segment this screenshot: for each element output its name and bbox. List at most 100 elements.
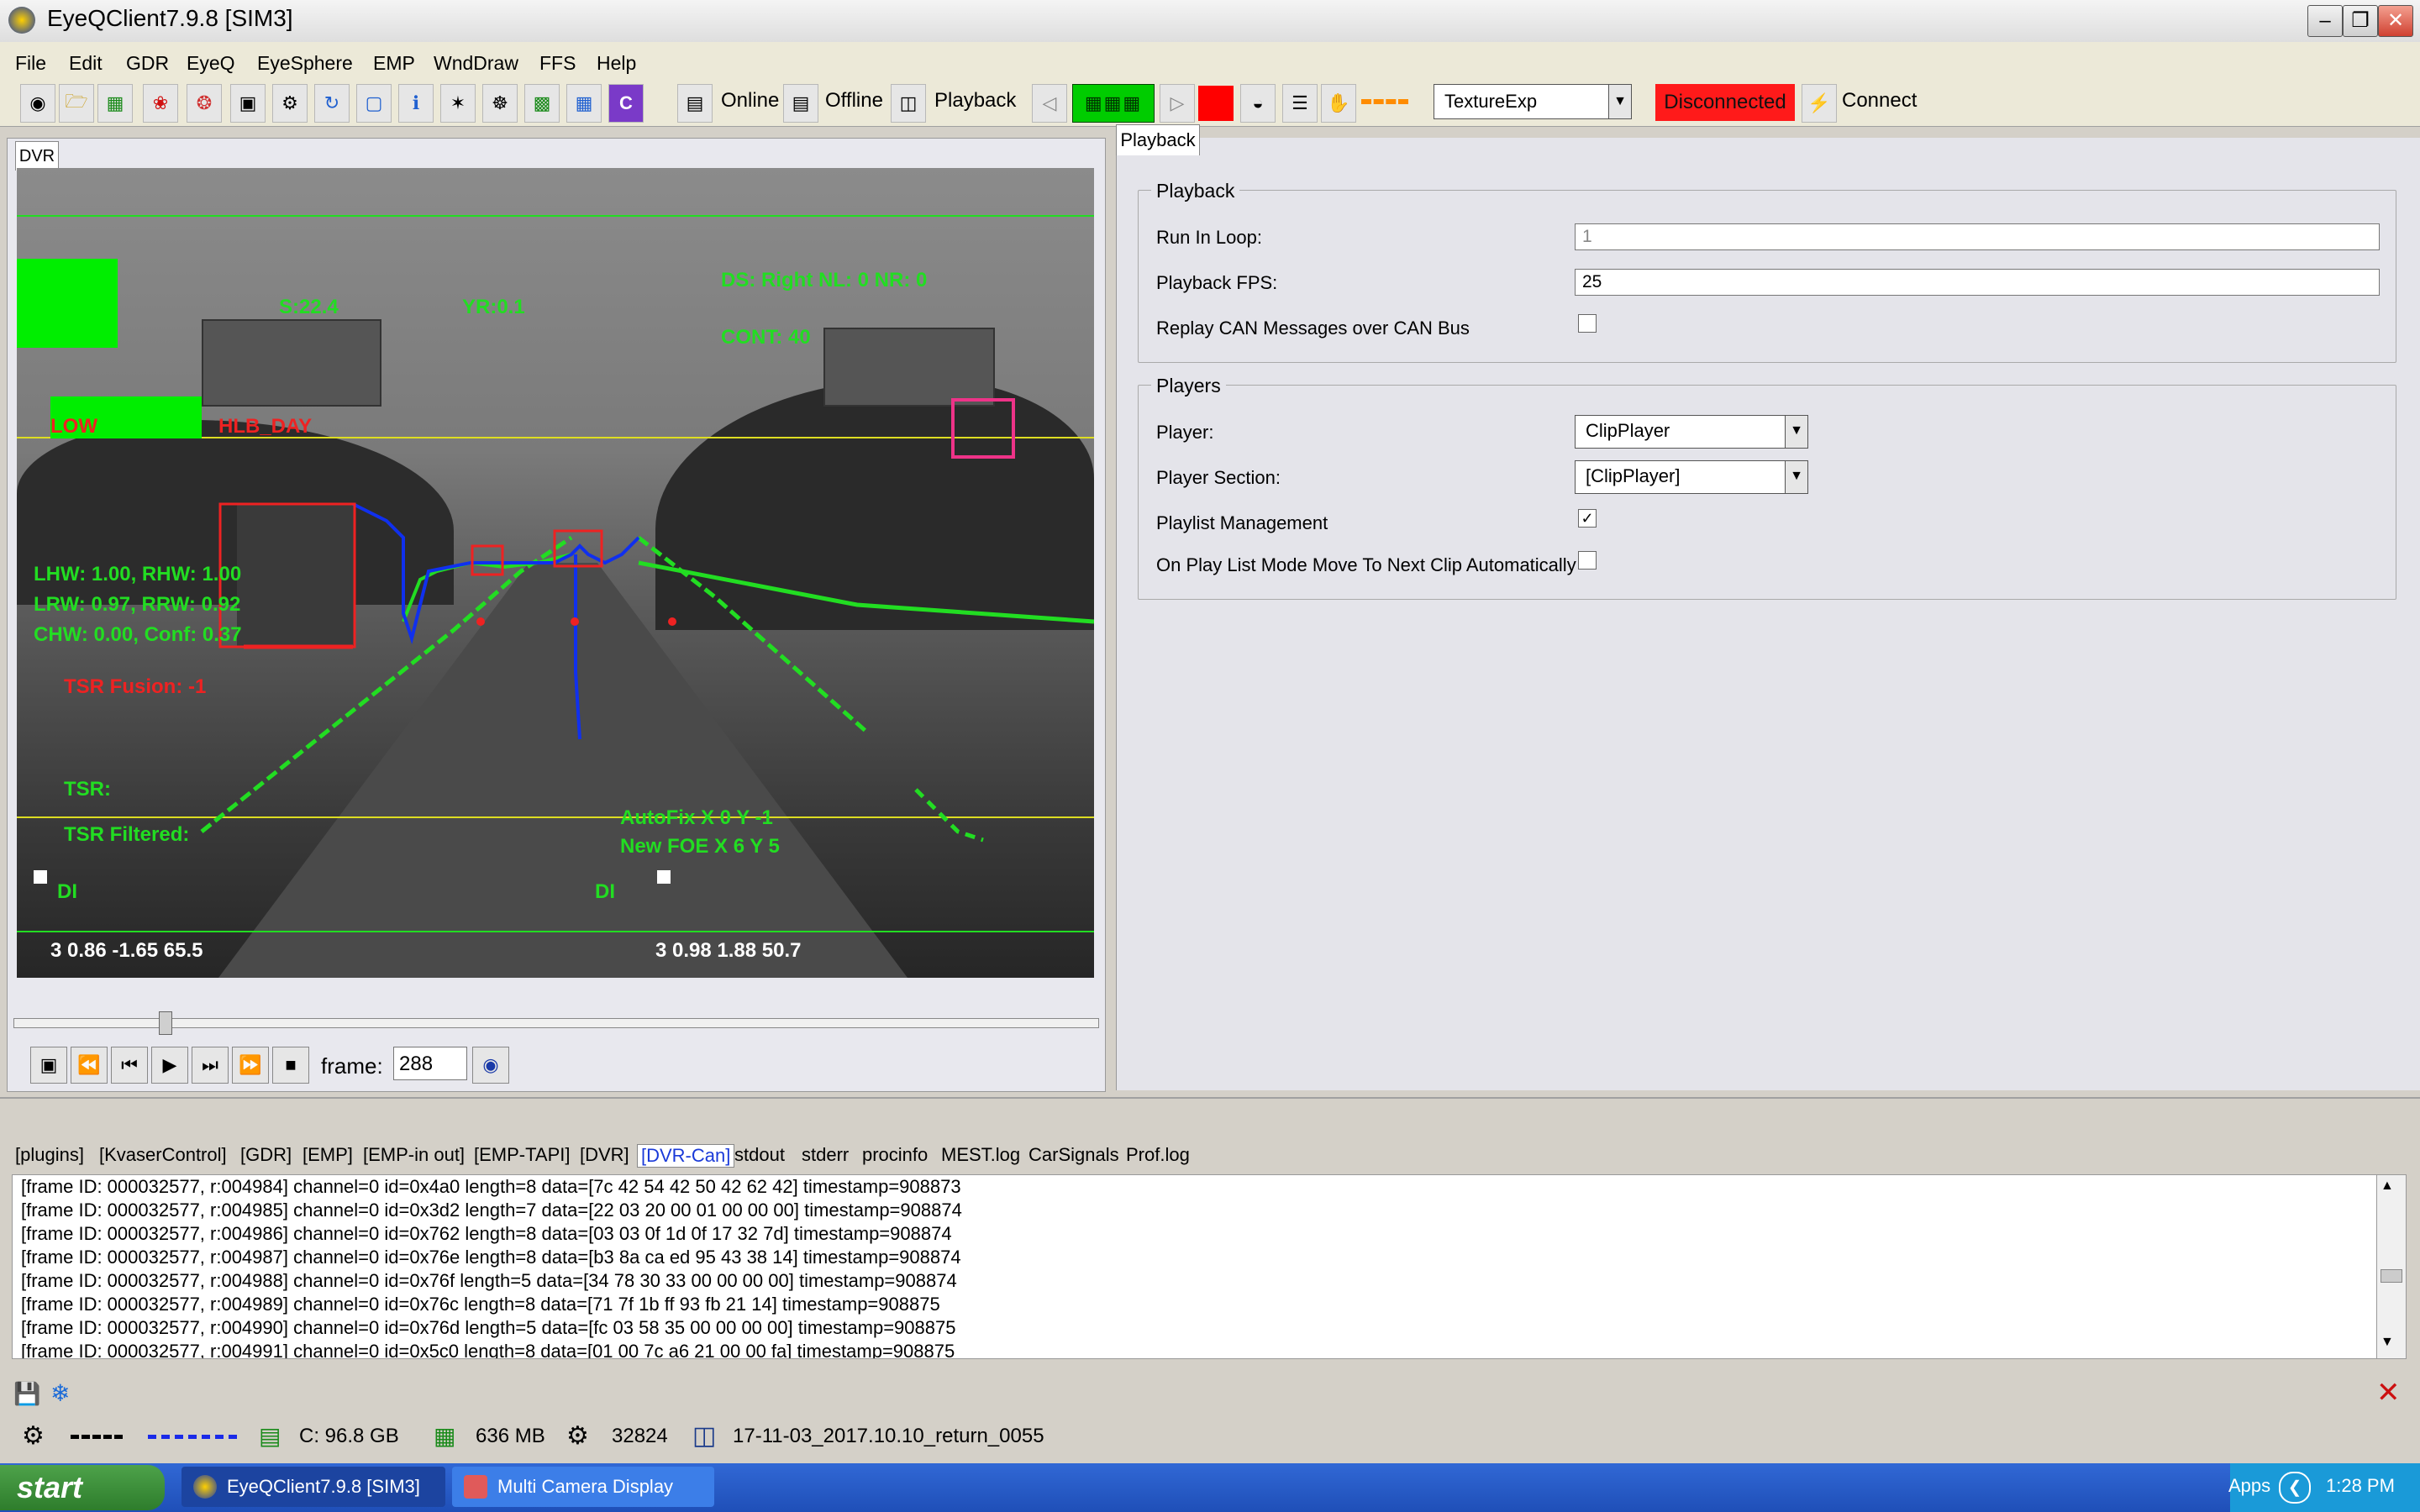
log-tab-dvr-can[interactable]: [DVR-Can] [637, 1144, 735, 1168]
log-tab-gdr[interactable]: [GDR] [240, 1144, 292, 1166]
log-tab-plugins[interactable]: [plugins] [15, 1144, 84, 1166]
log-output[interactable]: [frame ID: 000032577, r:004984] channel=… [12, 1174, 2380, 1359]
splitter[interactable] [0, 1097, 2420, 1099]
start-button[interactable]: start [0, 1465, 165, 1510]
scroll-up-icon[interactable]: ▲ [2381, 1179, 2394, 1194]
online-icon[interactable]: ▤ [677, 84, 713, 123]
connection-status: Disconnected [1655, 84, 1795, 121]
step-back-icon[interactable]: ⏮ [111, 1047, 148, 1084]
chevron-down-icon[interactable]: ▼ [1785, 416, 1807, 448]
fast-forward-icon[interactable]: ⏩ [232, 1047, 269, 1084]
player-section-value: [ClipPlayer] [1586, 465, 1681, 486]
menu-gdr[interactable]: GDR [126, 52, 169, 75]
scroll-down-icon[interactable]: ▼ [2381, 1335, 2394, 1350]
plug-icon[interactable]: ⚡ [1802, 84, 1837, 123]
menu-edit[interactable]: Edit [69, 52, 103, 75]
red-dot-center [571, 617, 579, 626]
fast-rewind-icon[interactable]: ⏪ [71, 1047, 108, 1084]
half-circle-icon[interactable]: ◒ [1240, 84, 1276, 123]
film-icon[interactable]: ◫ [891, 84, 926, 123]
offline-button[interactable]: Offline [825, 89, 883, 113]
menu-emp[interactable]: EMP [373, 52, 415, 75]
tab-dvr[interactable]: DVR [15, 141, 59, 171]
online-button[interactable]: Online [721, 89, 779, 113]
frame-input[interactable]: 288 [393, 1047, 467, 1080]
run-in-loop-field[interactable]: 1 [1575, 223, 2380, 250]
log-tab-emp-tapi[interactable]: [EMP-TAPI] [474, 1144, 571, 1166]
grid-icon[interactable]: ▦ [566, 84, 602, 123]
record-icon[interactable]: ◉ [20, 84, 55, 123]
log-tab-prof[interactable]: Prof.log [1126, 1144, 1190, 1166]
close-log-icon[interactable]: ✕ [2376, 1376, 2401, 1410]
loop-icon[interactable]: ▣ [30, 1047, 67, 1084]
chevron-left-icon[interactable]: ❮ [2279, 1472, 2311, 1504]
step-forward-icon[interactable]: ⏭ [192, 1047, 229, 1084]
info-icon[interactable]: ℹ [398, 84, 434, 123]
log-tab-dvr[interactable]: [DVR] [580, 1144, 629, 1166]
offline-icon[interactable]: ▤ [783, 84, 818, 123]
task-multi-camera[interactable]: Multi Camera Display [452, 1467, 714, 1507]
menu-eyesphere[interactable]: EyeSphere [257, 52, 353, 75]
playback-fps-field[interactable]: 25 [1575, 269, 2380, 296]
task-eyeqclient[interactable]: EyeQClient7.9.8 [SIM3] [182, 1467, 445, 1507]
red-dot-left [476, 617, 485, 626]
tab-playback[interactable]: Playback [1116, 124, 1200, 155]
monitor-icon[interactable]: ▩ [524, 84, 560, 123]
color-wheel-icon[interactable]: ❂ [187, 84, 222, 123]
log-tab-stdout[interactable]: stdout [734, 1144, 785, 1166]
screen-icon[interactable]: ▢ [356, 84, 392, 123]
save-icon[interactable]: 💾 [13, 1381, 40, 1407]
next-arrow-icon[interactable]: ▷ [1160, 84, 1195, 123]
stop-red-icon[interactable] [1198, 86, 1234, 121]
menu-ffs[interactable]: FFS [539, 52, 576, 75]
binoculars-icon[interactable]: ◉ [472, 1047, 509, 1084]
frame-slider-thumb[interactable] [158, 1011, 172, 1035]
log-tab-carsignals[interactable]: CarSignals [1028, 1144, 1119, 1166]
settings-icon[interactable]: ⚙ [272, 84, 308, 123]
clock: 1:28 PM [2326, 1475, 2395, 1496]
scroll-thumb[interactable] [2381, 1269, 2402, 1283]
gears-icon[interactable]: ☸ [482, 84, 518, 123]
bars-icon[interactable]: ☰ [1282, 84, 1318, 123]
menu-help[interactable]: Help [597, 52, 636, 75]
log-tab-emp[interactable]: [EMP] [302, 1144, 353, 1166]
refresh-icon[interactable]: ↻ [314, 84, 350, 123]
camera-icon[interactable]: ▣ [230, 84, 266, 123]
log-tab-procinfo[interactable]: procinfo [862, 1144, 928, 1166]
snowflake-icon[interactable]: ❄ [50, 1379, 70, 1407]
log-line: [frame ID: 000032577, r:004989] channel=… [21, 1294, 940, 1315]
c-tool-icon[interactable]: C [608, 84, 644, 123]
log-scrollbar[interactable]: ▲ ▼ [2376, 1174, 2407, 1359]
chevron-down-icon[interactable]: ▼ [1608, 85, 1631, 118]
log-tab-kvasercontrol[interactable]: [KvaserControl] [99, 1144, 227, 1166]
player-select[interactable]: ClipPlayer ▼ [1575, 415, 1808, 449]
chevron-down-icon[interactable]: ▼ [1785, 461, 1807, 493]
player-section-select[interactable]: [ClipPlayer] ▼ [1575, 460, 1808, 494]
minimize-button[interactable]: – [2307, 5, 2343, 37]
bug-icon[interactable]: ❀ [143, 84, 178, 123]
play-icon[interactable]: ▶ [151, 1047, 188, 1084]
tools-icon[interactable]: ✶ [440, 84, 476, 123]
hand-icon[interactable]: ✋ [1321, 84, 1356, 123]
prev-arrow-icon[interactable]: ◁ [1032, 84, 1067, 123]
orange-dash-icon[interactable] [1361, 99, 1408, 109]
replay-can-checkbox[interactable] [1578, 314, 1597, 333]
menu-wnddraw[interactable]: WndDraw [434, 52, 518, 75]
log-tab-emp-in-out[interactable]: [EMP-in out] [363, 1144, 465, 1166]
restore-button[interactable]: ❐ [2343, 5, 2378, 37]
frame-slider[interactable] [13, 1018, 1099, 1028]
playlist-management-checkbox[interactable]: ✓ [1578, 509, 1597, 528]
stop-icon[interactable]: ■ [272, 1047, 309, 1084]
connect-button[interactable]: Connect [1842, 89, 1917, 113]
log-tab-stderr[interactable]: stderr [802, 1144, 849, 1166]
apps-label[interactable]: Apps [2228, 1475, 2270, 1497]
playback-button[interactable]: Playback [934, 89, 1016, 113]
menu-eyeq[interactable]: EyeQ [187, 52, 235, 75]
menu-file[interactable]: File [15, 52, 46, 75]
playlist-mode-checkbox[interactable] [1578, 551, 1597, 570]
open-folder-icon[interactable]: 🗁 [59, 84, 94, 123]
log-tab-mest[interactable]: MEST.log [941, 1144, 1020, 1166]
chart-icon[interactable]: ▦ [97, 84, 133, 123]
texture-select[interactable]: TextureExp ▼ [1434, 84, 1632, 119]
close-window-button[interactable]: ✕ [2378, 5, 2413, 37]
